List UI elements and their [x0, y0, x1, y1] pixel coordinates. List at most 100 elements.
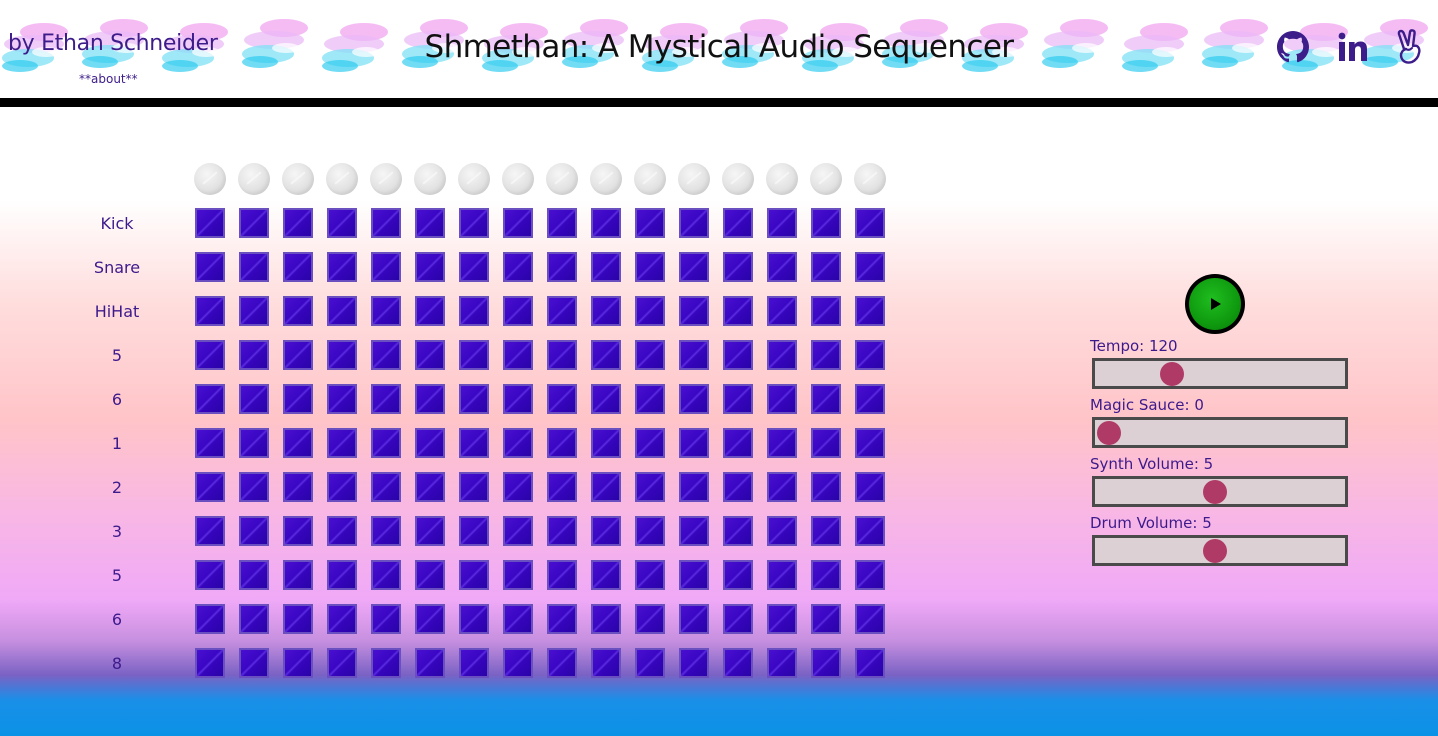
sequencer-cell[interactable]	[679, 252, 709, 282]
sequencer-cell[interactable]	[459, 428, 489, 458]
sequencer-cell[interactable]	[855, 208, 885, 238]
sequencer-cell[interactable]	[415, 560, 445, 590]
sequencer-cell[interactable]	[327, 340, 357, 370]
sequencer-cell[interactable]	[679, 648, 709, 678]
sequencer-cell[interactable]	[415, 472, 445, 502]
sequencer-cell[interactable]	[591, 604, 621, 634]
sequencer-cell[interactable]	[767, 208, 797, 238]
synth-volume-slider-thumb[interactable]	[1203, 480, 1228, 504]
sequencer-cell[interactable]	[635, 428, 665, 458]
sequencer-cell[interactable]	[767, 384, 797, 414]
sequencer-cell[interactable]	[327, 384, 357, 414]
sequencer-cell[interactable]	[459, 516, 489, 546]
sequencer-cell[interactable]	[327, 648, 357, 678]
sequencer-cell[interactable]	[591, 648, 621, 678]
drum-volume-slider[interactable]	[1092, 535, 1348, 566]
sequencer-cell[interactable]	[811, 252, 841, 282]
sequencer-cell[interactable]	[591, 208, 621, 238]
sequencer-cell[interactable]	[855, 604, 885, 634]
synth-volume-slider[interactable]	[1092, 476, 1348, 507]
sequencer-cell[interactable]	[855, 384, 885, 414]
sequencer-cell[interactable]	[547, 340, 577, 370]
sequencer-cell[interactable]	[855, 340, 885, 370]
sequencer-cell[interactable]	[547, 428, 577, 458]
sequencer-cell[interactable]	[811, 516, 841, 546]
sequencer-cell[interactable]	[239, 296, 269, 326]
sequencer-cell[interactable]	[547, 384, 577, 414]
sequencer-cell[interactable]	[723, 252, 753, 282]
sequencer-cell[interactable]	[679, 340, 709, 370]
sequencer-cell[interactable]	[195, 296, 225, 326]
sequencer-cell[interactable]	[415, 648, 445, 678]
magic-sauce-slider-thumb[interactable]	[1097, 421, 1121, 445]
sequencer-cell[interactable]	[371, 560, 401, 590]
sequencer-cell[interactable]	[767, 560, 797, 590]
sequencer-cell[interactable]	[283, 516, 313, 546]
sequencer-cell[interactable]	[723, 516, 753, 546]
sequencer-cell[interactable]	[195, 604, 225, 634]
sequencer-cell[interactable]	[459, 648, 489, 678]
sequencer-cell[interactable]	[459, 340, 489, 370]
sequencer-cell[interactable]	[239, 472, 269, 502]
sequencer-cell[interactable]	[371, 604, 401, 634]
sequencer-cell[interactable]	[811, 648, 841, 678]
sequencer-cell[interactable]	[723, 340, 753, 370]
sequencer-cell[interactable]	[503, 472, 533, 502]
sequencer-cell[interactable]	[327, 604, 357, 634]
sequencer-cell[interactable]	[855, 560, 885, 590]
sequencer-cell[interactable]	[283, 604, 313, 634]
sequencer-cell[interactable]	[591, 428, 621, 458]
sequencer-cell[interactable]	[679, 604, 709, 634]
sequencer-cell[interactable]	[855, 252, 885, 282]
sequencer-cell[interactable]	[195, 516, 225, 546]
drum-volume-slider-thumb[interactable]	[1203, 539, 1228, 563]
sequencer-cell[interactable]	[503, 648, 533, 678]
sequencer-cell[interactable]	[371, 296, 401, 326]
github-icon[interactable]	[1273, 27, 1313, 67]
sequencer-cell[interactable]	[679, 428, 709, 458]
sequencer-cell[interactable]	[327, 560, 357, 590]
sequencer-cell[interactable]	[679, 516, 709, 546]
peace-hand-icon[interactable]	[1390, 27, 1430, 67]
sequencer-cell[interactable]	[723, 648, 753, 678]
sequencer-cell[interactable]	[283, 428, 313, 458]
linkedin-icon[interactable]	[1333, 27, 1373, 67]
sequencer-cell[interactable]	[459, 208, 489, 238]
sequencer-cell[interactable]	[239, 252, 269, 282]
sequencer-cell[interactable]	[327, 208, 357, 238]
sequencer-cell[interactable]	[283, 384, 313, 414]
sequencer-cell[interactable]	[723, 428, 753, 458]
sequencer-cell[interactable]	[811, 208, 841, 238]
sequencer-cell[interactable]	[283, 296, 313, 326]
sequencer-cell[interactable]	[723, 604, 753, 634]
sequencer-cell[interactable]	[195, 208, 225, 238]
sequencer-cell[interactable]	[635, 208, 665, 238]
sequencer-cell[interactable]	[547, 208, 577, 238]
sequencer-cell[interactable]	[195, 472, 225, 502]
sequencer-cell[interactable]	[283, 252, 313, 282]
sequencer-cell[interactable]	[371, 648, 401, 678]
sequencer-cell[interactable]	[327, 252, 357, 282]
sequencer-cell[interactable]	[635, 516, 665, 546]
sequencer-cell[interactable]	[371, 208, 401, 238]
sequencer-cell[interactable]	[283, 648, 313, 678]
sequencer-cell[interactable]	[811, 384, 841, 414]
magic-sauce-slider[interactable]	[1092, 417, 1348, 448]
sequencer-cell[interactable]	[415, 516, 445, 546]
sequencer-cell[interactable]	[547, 252, 577, 282]
sequencer-cell[interactable]	[239, 516, 269, 546]
sequencer-cell[interactable]	[415, 428, 445, 458]
sequencer-cell[interactable]	[503, 604, 533, 634]
sequencer-cell[interactable]	[503, 296, 533, 326]
sequencer-cell[interactable]	[459, 472, 489, 502]
sequencer-cell[interactable]	[327, 428, 357, 458]
sequencer-cell[interactable]	[239, 340, 269, 370]
sequencer-cell[interactable]	[415, 604, 445, 634]
sequencer-cell[interactable]	[371, 472, 401, 502]
sequencer-cell[interactable]	[591, 384, 621, 414]
sequencer-cell[interactable]	[855, 648, 885, 678]
sequencer-cell[interactable]	[547, 296, 577, 326]
sequencer-cell[interactable]	[723, 384, 753, 414]
sequencer-cell[interactable]	[855, 428, 885, 458]
sequencer-cell[interactable]	[811, 340, 841, 370]
